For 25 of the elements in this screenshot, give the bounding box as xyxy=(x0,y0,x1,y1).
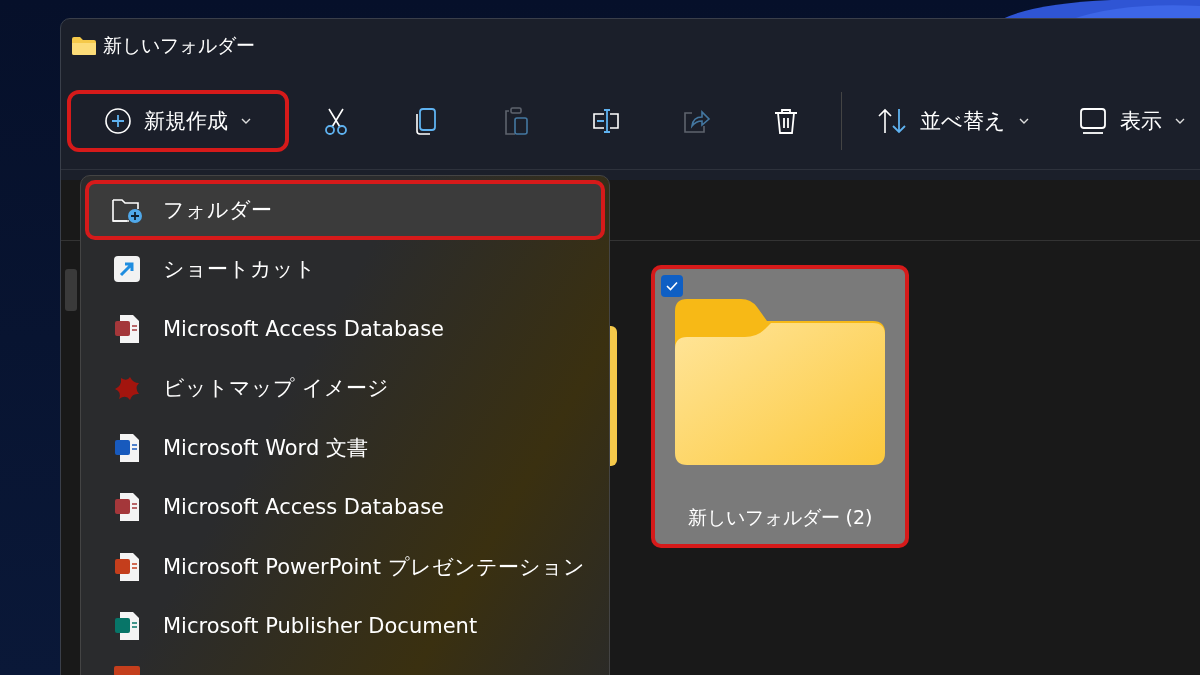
menu-item[interactable]: Microsoft Access Database xyxy=(85,477,605,537)
window-title: 新しいフォルダー xyxy=(103,33,255,58)
menu-item[interactable]: Microsoft Publisher Document xyxy=(85,596,605,656)
new-button[interactable]: 新規作成 xyxy=(67,90,289,152)
menu-item[interactable]: Microsoft PowerPoint プレゼンテーション xyxy=(85,537,605,597)
checkbox-checked-icon[interactable] xyxy=(661,275,683,297)
plus-circle-icon xyxy=(104,107,132,135)
document-icon xyxy=(111,666,143,675)
menu-item[interactable]: ビットマップ イメージ xyxy=(85,358,605,418)
monitor-icon xyxy=(1078,106,1108,136)
chevron-down-icon xyxy=(240,117,252,125)
scrollbar-thumb[interactable] xyxy=(65,269,77,311)
folder-icon xyxy=(675,299,885,465)
menu-item[interactable]: Microsoft Access Database xyxy=(85,299,605,359)
folder-tile[interactable]: 新しいフォルダー (2) xyxy=(651,265,909,548)
sort-arrows-icon xyxy=(876,106,908,136)
menu-item[interactable]: ショートカット xyxy=(85,239,605,299)
chevron-down-icon xyxy=(1018,117,1030,125)
folder-name: 新しいフォルダー (2) xyxy=(687,505,873,530)
view-button[interactable]: 表示 xyxy=(1056,90,1200,152)
menu-item[interactable]: フォルダー xyxy=(85,180,605,240)
sort-button[interactable]: 並べ替え xyxy=(854,90,1052,152)
chevron-down-icon xyxy=(1174,117,1186,125)
menu-item[interactable]: Microsoft Word 文書 xyxy=(85,418,605,478)
folder-icon xyxy=(71,36,97,56)
